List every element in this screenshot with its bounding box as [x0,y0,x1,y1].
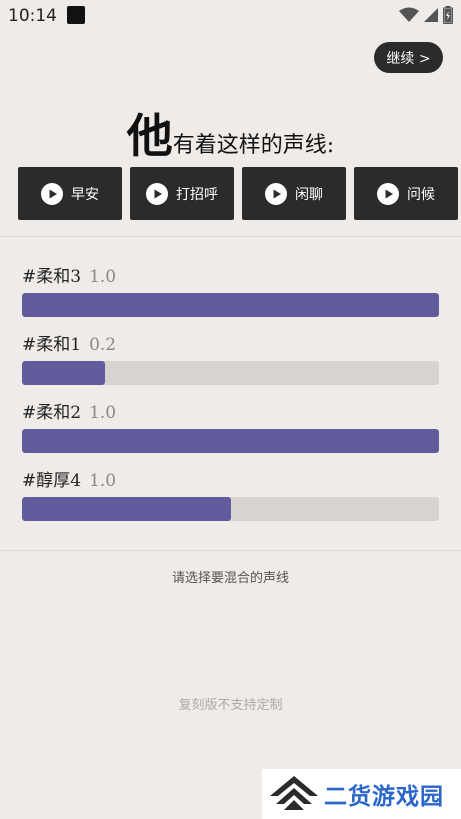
mix-item-name: #柔和2 [22,403,82,423]
voice-button-greeting[interactable]: 打招呼 [130,167,234,220]
watermark-text: 二货游戏园 [324,784,444,810]
mix-item-value: 1.0 [89,471,117,491]
divider [0,236,461,237]
mix-item-label: #柔和1 0.2 [22,330,116,355]
voice-button-label: 打招呼 [176,186,218,203]
select-hint: 请选择要混合的声线 [171,571,289,586]
mix-slider[interactable] [22,293,439,317]
mix-item-label: #柔和2 1.0 [22,398,116,423]
play-icon [41,182,63,205]
status-bar: 10:14 [0,0,461,34]
notice-text: 复刻版不支持定制 [178,698,283,713]
continue-button[interactable]: 继续 > [374,42,443,73]
voice-button-regards[interactable]: 问候 [354,167,458,220]
voice-button-label: 问候 [407,186,435,203]
page-title: 他有着这样的声线: [0,100,461,166]
watermark: 二货游戏园 [262,769,461,819]
voice-button-chat[interactable]: 闲聊 [242,167,346,220]
watermark-logo-icon [270,776,318,810]
title-rest: 有着这样的声线: [172,133,335,158]
play-icon [377,182,399,205]
mix-slider-fill [22,497,231,521]
play-icon [265,182,287,205]
wifi-icon [399,7,419,22]
notification-square-icon [67,6,85,24]
status-time: 10:14 [8,6,57,26]
mix-item-value: 1.0 [89,267,117,287]
mix-item-value: 0.2 [89,335,117,355]
play-icon [146,182,168,205]
mix-slider-fill [22,361,106,385]
divider [0,550,461,551]
mix-item-name: #醇厚4 [22,471,82,491]
mix-item-label: #柔和3 1.0 [22,262,116,287]
mix-item-name: #柔和1 [22,335,82,355]
mix-slider-fill [22,293,439,317]
mix-slider[interactable] [22,361,439,385]
mix-slider-fill [22,429,439,453]
mix-item-name: #柔和3 [22,267,82,287]
mix-item-label: #醇厚4 1.0 [22,466,116,491]
battery-icon [443,6,453,24]
title-big-char: 他 [126,109,173,163]
mix-slider[interactable] [22,497,439,521]
mix-item-value: 1.0 [89,403,117,423]
status-icons [399,6,453,24]
voice-button-label: 闲聊 [295,186,323,203]
voice-button-label: 早安 [71,186,99,203]
mix-slider[interactable] [22,429,439,453]
voice-button-morning[interactable]: 早安 [18,167,122,220]
signal-icon [424,8,438,22]
